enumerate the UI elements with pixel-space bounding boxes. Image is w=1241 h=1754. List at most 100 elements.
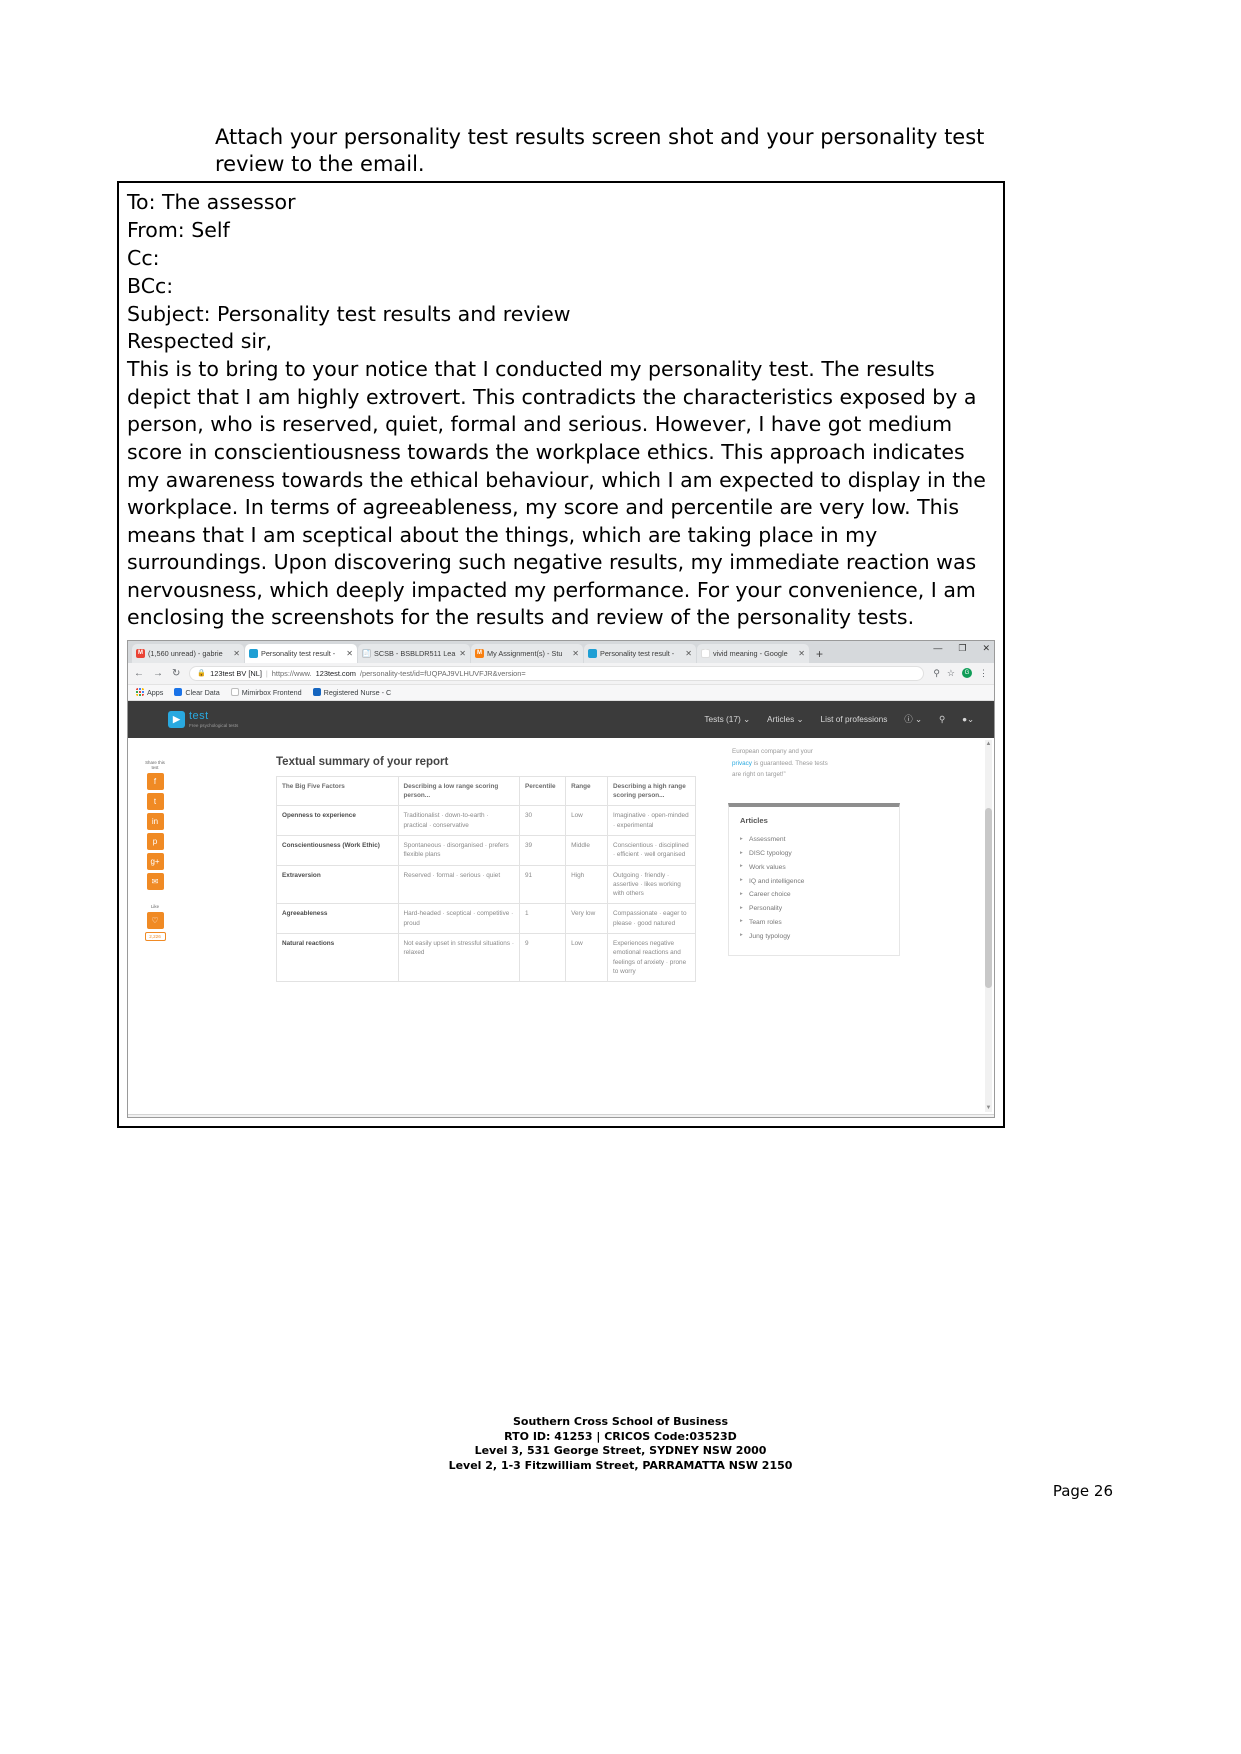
scroll-down-icon[interactable]: ▼ [985,1104,992,1112]
article-link-jung[interactable]: Jung typology [740,929,888,943]
column-header-high: Describing a high range scoring person..… [606,775,697,807]
googleplus-icon[interactable]: g+ [146,852,164,870]
email-icon[interactable]: ✉ [146,872,164,890]
close-icon[interactable]: ✕ [233,649,240,658]
cell-factor: Extraversion [276,864,399,905]
document-icon [230,688,239,697]
nav-item-tests[interactable]: Tests (17) ⌄ [704,714,750,724]
address-separator: | [265,668,268,678]
kebab-menu-icon[interactable]: ⋮ [979,668,988,679]
tab-label: (1,560 unread) - gabrie [148,648,223,658]
facebook-icon[interactable]: f [146,772,164,790]
nav-item-articles[interactable]: Articles ⌄ [767,714,803,724]
pinterest-icon[interactable]: p [146,832,164,850]
bookmark-apps[interactable]: Apps [136,688,163,697]
footer-line-2: RTO ID: 41253 | CRICOS Code:03523D [504,1429,737,1443]
tab-label: vivid meaning - Google [713,648,788,658]
cell-high: Experiences negative emotional reactions… [606,932,697,983]
bookmark-label: Clear Data [185,687,220,697]
cell-high: Outgoing · friendly · assertive · likes … [606,864,697,905]
cell-high: Compassionate · eager to please · good n… [606,903,697,934]
browser-toolbar: ← → ↻ 🔒 123test BV [NL] | https://www. 12… [128,662,994,685]
article-link-team-roles[interactable]: Team roles [740,915,888,929]
browser-tab[interactable]: G vivid meaning - Google ✕ [697,643,809,663]
vertical-scrollbar[interactable]: ▲ ▼ [985,739,992,1112]
maximize-button[interactable]: ❐ [958,643,966,654]
like-icon[interactable]: ♡ [146,911,164,929]
reload-icon[interactable]: ↻ [172,668,180,679]
browser-tab[interactable]: 📄 SCSB - BSBLDR511 Lea ✕ [358,643,470,663]
bookmark-clear-data[interactable]: Clear Data [174,687,220,697]
bookmark-label: Registered Nurse - C [323,687,392,697]
tab-label: Personality test result - [600,648,675,658]
account-icon[interactable]: ●⌄ [962,714,974,724]
footer-line-4: Level 2, 1-3 Fitzwilliam Street, PARRAMA… [448,1458,793,1472]
article-link-work-values[interactable]: Work values [740,860,888,874]
nav-item-info[interactable]: ⓘ ⌄ [904,713,922,725]
url-domain: 123test.com [315,668,356,678]
close-icon[interactable]: ✕ [798,649,805,658]
browser-tab[interactable]: Personality test result - ✕ [584,643,696,663]
close-icon[interactable]: ✕ [459,649,466,658]
close-icon[interactable]: ✕ [346,649,353,658]
column-header-percentile: Percentile [518,775,567,807]
scroll-up-icon[interactable]: ▲ [985,740,992,748]
scrollbar-thumb[interactable] [985,807,992,988]
avatar[interactable]: G [962,668,972,679]
back-icon[interactable]: ← [134,668,144,679]
article-link-career[interactable]: Career choice [740,888,888,902]
close-icon[interactable]: ✕ [572,649,579,658]
close-window-button[interactable]: ✕ [982,643,990,654]
browser-tab[interactable]: M My Assignment(s) - Stu ✕ [471,643,583,663]
brand-name: test [189,709,209,722]
star-icon[interactable]: ☆ [947,668,955,679]
moodle-icon: M [475,648,484,658]
search-icon[interactable]: ⚲ [939,714,945,724]
forward-icon[interactable]: → [153,668,163,679]
share-rail-title: Share this test [145,759,165,770]
bookmark-mimirbox[interactable]: Mimirbox Frontend [230,688,302,697]
site-logo[interactable]: ▶ test Free psychological tests [168,709,238,729]
document-icon: 📄 [362,648,371,658]
page-number: Page 26 [1052,1482,1113,1500]
address-bar[interactable]: 🔒 123test BV [NL] | https://www. 123test.… [189,665,925,681]
articles-panel-title: Articles [740,815,768,825]
browser-screenshot: M (1,560 unread) - gabrie ✕ Personality … [127,639,995,1118]
linkedin-icon[interactable]: in [146,812,164,830]
twitter-icon[interactable]: t [146,792,164,810]
table-row: Agreeableness Hard-headed · sceptical · … [276,903,697,934]
article-link-personality[interactable]: Personality [740,902,888,916]
testimonial-text: European company and your privacy is gua… [728,746,900,781]
cell-range: Middle [565,835,608,866]
close-icon[interactable]: ✕ [685,649,692,658]
email-cc-line: Cc: [127,245,160,270]
nav-item-professions[interactable]: List of professions [821,714,888,724]
download-item[interactable]: W SCSB - BSBLDR51...do... ⌃ [136,1117,243,1118]
table-row: Extraversion Reserved · formal · serious… [276,864,697,905]
gear-icon [174,688,183,697]
article-link-assessment[interactable]: Assessment [740,833,888,847]
123test-icon [588,648,597,658]
page-footer: Southern Cross School of Business RTO ID… [0,1415,1241,1473]
tab-label: My Assignment(s) - Stu [487,648,563,658]
toolbar-actions: ⚲ ☆ G ⋮ [933,668,988,679]
share-rail: Share this test f t in p g+ ✉ Like ♡ 2,2… [142,760,168,941]
articles-list: Assessment DISC typology Work values IQ … [740,833,888,943]
minimize-button[interactable]: — [933,643,942,654]
cell-percentile: 30 [518,805,567,836]
url-scheme: https://www. [271,668,312,678]
email-to-line: To: The assessor [127,190,296,214]
browser-tab[interactable]: Personality test result - ✕ [245,643,357,663]
article-link-iq[interactable]: IQ and intelligence [740,874,888,888]
browser-tab[interactable]: M (1,560 unread) - gabrie ✕ [132,643,244,663]
search-icon[interactable]: ⚲ [933,668,940,679]
articles-panel: Articles Assessment DISC typology Work v… [728,802,900,957]
privacy-link[interactable]: privacy [732,760,752,767]
new-tab-button[interactable]: + [810,645,829,663]
bookmark-registered-nurse[interactable]: Registered Nurse - C [312,687,392,697]
footer-line-3: Level 3, 531 George Street, SYDNEY NSW 2… [474,1444,767,1458]
cell-low: Spontaneous · disorganised · prefers fle… [397,835,520,866]
like-count: 2,226 [144,931,166,941]
article-link-disc[interactable]: DISC typology [740,847,888,861]
table-row: Natural reactions Not easily upset in st… [276,932,697,983]
